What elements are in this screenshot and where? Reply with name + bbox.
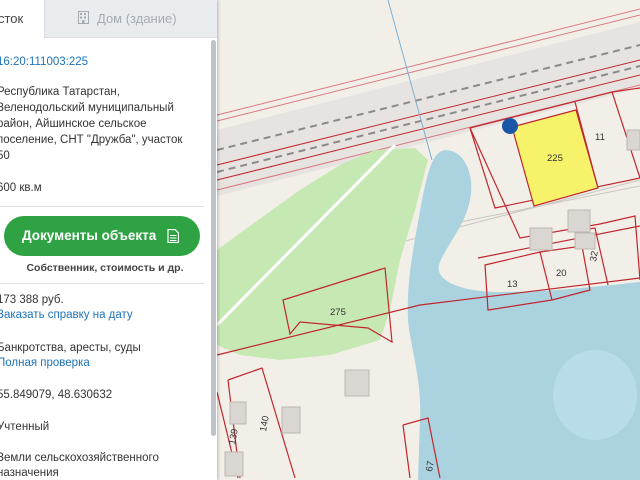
tab-building[interactable]: Дом (здание) [44, 0, 217, 38]
checks-label: Банкротства, аресты, суды [0, 342, 141, 354]
documents-button[interactable]: Документы объекта [4, 216, 200, 256]
documents-button-label: Документы объекта [22, 228, 157, 243]
lot-label: 275 [330, 307, 346, 318]
location-marker[interactable] [502, 118, 518, 134]
lot-label: 20 [556, 268, 567, 279]
documents-subtitle: Собственник, стоимость и др. [26, 262, 184, 274]
divider [0, 283, 204, 284]
parcel-area: 600 кв.м [0, 182, 42, 194]
divider [0, 206, 204, 207]
full-check-link[interactable]: Полная проверка [0, 356, 90, 372]
document-icon [167, 229, 179, 243]
parcel-status: Учтенный [0, 421, 50, 433]
tab-building-label: Дом (здание) [97, 11, 177, 26]
lot-label: 67 [424, 460, 437, 472]
lot-label: 13 [507, 279, 518, 290]
lot-label: 32 [588, 250, 601, 262]
cadastral-number[interactable]: 16:20:111003:225 [0, 55, 88, 71]
parcel-info-panel: сток Дом (здание) 16:20:111003:225 Респу… [0, 0, 217, 480]
lot-label: 11 [595, 132, 605, 143]
cadastral-cost: 173 388 руб. [0, 294, 64, 306]
tab-parcel[interactable]: сток [0, 0, 44, 38]
panel-scrollbar[interactable] [211, 40, 216, 436]
building-icon [78, 11, 89, 24]
lake-island [553, 350, 637, 440]
order-certificate-link[interactable]: Заказать справку на дату [0, 308, 133, 324]
coordinates: 55.849079, 48.630632 [0, 389, 113, 401]
lot-label: 225 [547, 153, 563, 164]
tab-parcel-label: сток [0, 11, 24, 26]
panel-tabs: сток Дом (здание) [0, 0, 217, 38]
